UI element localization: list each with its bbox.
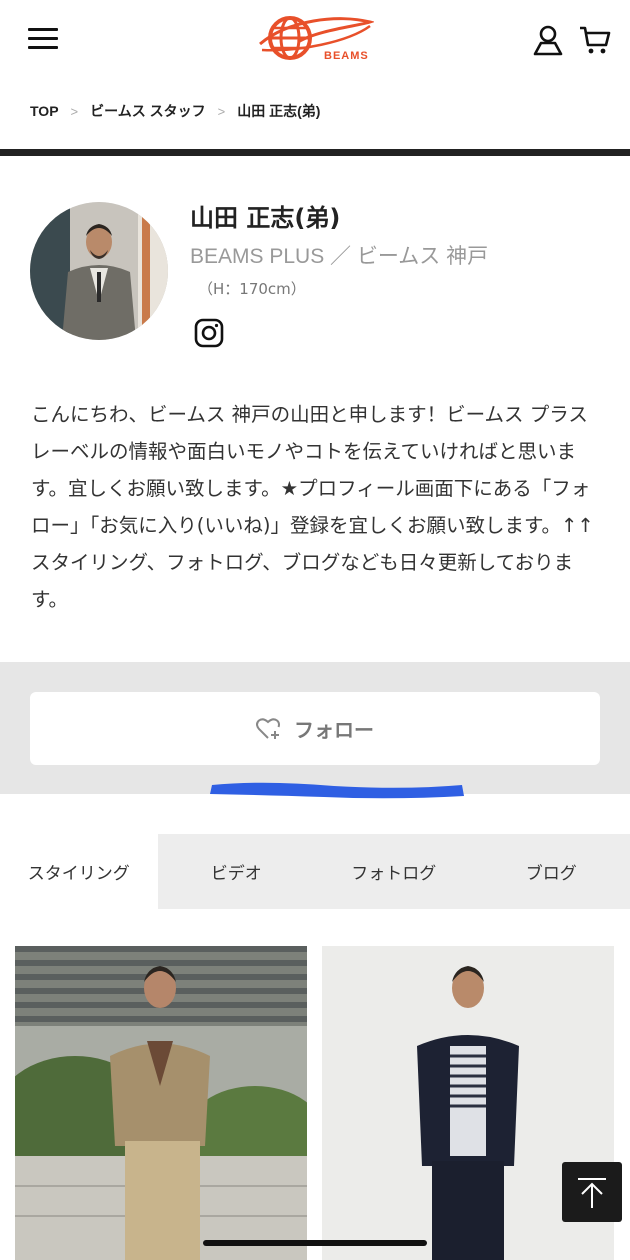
home-indicator <box>203 1240 427 1246</box>
arrow-up-icon <box>578 1178 606 1208</box>
staff-avatar <box>30 202 168 340</box>
breadcrumb-separator: > <box>217 103 226 119</box>
cart-icon[interactable] <box>578 24 612 56</box>
staff-bio: こんにちわ、ビームス 神戸の山田と申します！ビームス プラスレーベルの情報や面白… <box>31 403 594 611</box>
tab-photolog[interactable]: フォトログ <box>315 834 473 909</box>
staff-shop[interactable]: BEAMS PLUS ／ ビームス 神戸 <box>190 240 488 270</box>
staff-height: （H：170cm） <box>198 280 306 298</box>
breadcrumb: TOP > ビームス スタッフ > 山田 正志(弟) <box>30 100 320 122</box>
staff-name: 山田 正志(弟) <box>190 204 341 232</box>
breadcrumb-current: 山田 正志(弟) <box>237 103 321 119</box>
back-to-top-button[interactable] <box>562 1162 622 1222</box>
hamburger-menu-icon[interactable] <box>28 28 58 50</box>
logo-text: BEAMS <box>324 50 369 62</box>
instagram-icon[interactable] <box>194 318 224 348</box>
header: BEAMS <box>0 0 630 82</box>
breadcrumb-separator: > <box>70 103 79 119</box>
breadcrumb-top[interactable]: TOP <box>30 103 59 119</box>
section-divider <box>0 149 630 156</box>
content-tabs: スタイリング ビデオ フォトログ ブログ <box>0 834 630 909</box>
follow-button[interactable]: フォロー <box>30 692 600 765</box>
styling-photo[interactable] <box>15 946 307 1260</box>
tab-blog[interactable]: ブログ <box>473 834 630 909</box>
annotation-scribble <box>210 782 464 799</box>
breadcrumb-staff[interactable]: ビームス スタッフ <box>90 101 205 121</box>
tab-video[interactable]: ビデオ <box>158 834 316 909</box>
tab-styling[interactable]: スタイリング <box>0 834 158 909</box>
heart-plus-icon <box>256 717 280 739</box>
user-icon[interactable] <box>532 24 564 56</box>
follow-label: フォロー <box>294 718 374 742</box>
